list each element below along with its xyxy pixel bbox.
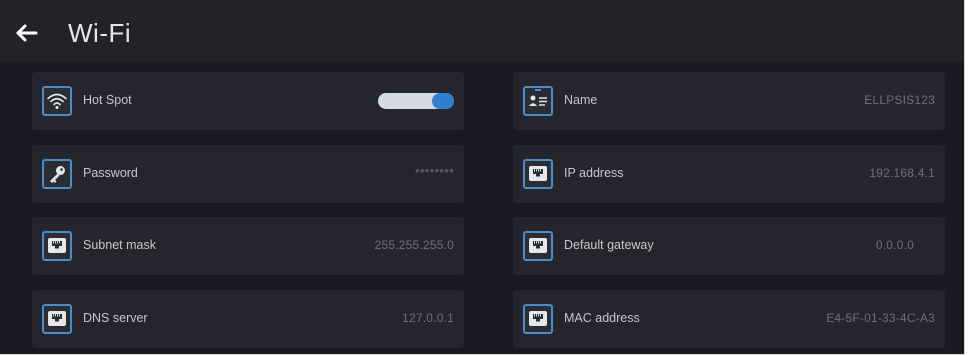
screen: Wi-Fi Hot Spot Name ELLPSIS123 Password … — [0, 0, 973, 356]
wifi-settings-window: Wi-Fi Hot Spot Name ELLPSIS123 Password … — [0, 0, 965, 355]
name-tile[interactable]: Name ELLPSIS123 — [513, 72, 945, 130]
mac-address-value: E4-5F-01-33-4C-A3 — [826, 311, 935, 325]
ethernet-port-icon — [42, 231, 72, 261]
dns-server-tile[interactable]: DNS server 127.0.0.1 — [32, 290, 464, 348]
dns-server-value: 127.0.0.1 — [402, 311, 454, 325]
ethernet-port-icon — [42, 304, 72, 334]
default-gateway-label: Default gateway — [564, 238, 654, 252]
mac-address-label: MAC address — [564, 311, 640, 325]
key-icon — [42, 159, 72, 189]
toggle-knob — [432, 93, 454, 109]
ethernet-port-icon — [523, 231, 553, 261]
header-bar: Wi-Fi — [0, 0, 964, 62]
default-gateway-tile[interactable]: Default gateway 0.0.0.0 — [513, 217, 945, 275]
ip-address-value: 192.168.4.1 — [869, 166, 935, 180]
wifi-icon — [42, 86, 72, 116]
page-title: Wi-Fi — [68, 18, 132, 48]
password-value: ******** — [415, 166, 454, 180]
subnet-mask-label: Subnet mask — [83, 238, 156, 252]
subnet-mask-value: 255.255.255.0 — [374, 238, 454, 252]
name-value: ELLPSIS123 — [864, 93, 935, 107]
hot-spot-toggle[interactable] — [378, 93, 454, 109]
ip-address-label: IP address — [564, 166, 624, 180]
mac-address-tile[interactable]: MAC address E4-5F-01-33-4C-A3 — [513, 290, 945, 348]
ethernet-port-icon — [523, 304, 553, 334]
hot-spot-label: Hot Spot — [83, 93, 132, 107]
contact-card-icon — [523, 86, 553, 116]
ip-address-tile[interactable]: IP address 192.168.4.1 — [513, 145, 945, 203]
back-button[interactable] — [14, 22, 48, 44]
name-label: Name — [564, 93, 598, 107]
arrow-left-icon — [16, 24, 38, 42]
password-tile[interactable]: Password ******** — [32, 145, 464, 203]
password-label: Password — [83, 166, 138, 180]
dns-server-label: DNS server — [83, 311, 148, 325]
default-gateway-value: 0.0.0.0 — [875, 238, 914, 252]
hot-spot-tile[interactable]: Hot Spot — [32, 72, 464, 130]
ethernet-port-icon — [523, 159, 553, 189]
subnet-mask-tile[interactable]: Subnet mask 255.255.255.0 — [32, 217, 464, 275]
